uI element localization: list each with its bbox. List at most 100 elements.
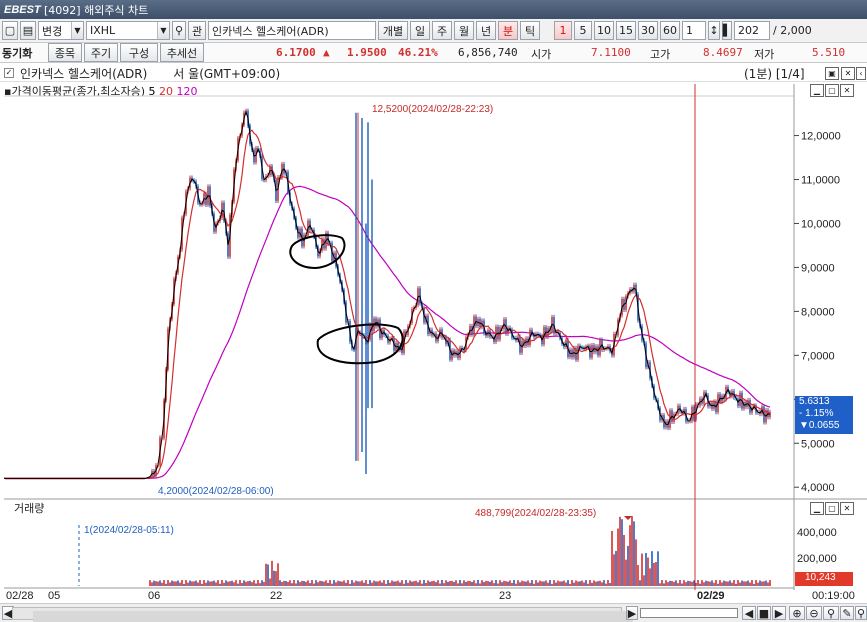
y-axis: 12,000011,000010,00009,00008,00007,00006… <box>794 131 841 494</box>
volume-bar <box>733 580 735 586</box>
volume-bar <box>569 583 571 586</box>
y-tick-label: 9,0000 <box>801 262 835 274</box>
volume-bar <box>649 568 651 586</box>
zoom-in-icon[interactable]: ⊕ <box>789 606 805 620</box>
volume-bar <box>699 583 701 586</box>
search-icon[interactable]: ⚲ <box>823 606 839 620</box>
volume-bar <box>201 583 203 586</box>
scroll-thumb[interactable] <box>33 611 633 622</box>
volume-bar <box>161 582 163 586</box>
volume-bar <box>557 580 559 586</box>
volume-bar <box>401 580 403 586</box>
volume-bar <box>251 582 253 586</box>
y-tick-label: 10,0000 <box>801 218 841 230</box>
volume-low-annotation: 1(2024/02/28-05:11) <box>84 525 174 536</box>
stop-icon[interactable]: ■ <box>757 606 771 620</box>
volume-bar <box>637 565 639 586</box>
volume-bar <box>589 580 591 586</box>
wrench-icon[interactable]: ✎ <box>840 606 854 620</box>
x-label-22: 22 <box>270 590 282 602</box>
x-label-time: 00:19:00 <box>812 590 855 602</box>
volume-bar <box>387 580 389 586</box>
volume-bar <box>257 580 259 586</box>
play-icon[interactable]: ▶ <box>772 606 786 620</box>
volume-bar <box>551 583 553 586</box>
current-price-tag: 5.6313 - 1.15% ▼0.0655 <box>795 396 853 434</box>
volume-bar <box>169 582 171 586</box>
volume-bar <box>367 583 369 586</box>
volume-bar <box>247 581 249 586</box>
zoom-slider[interactable] <box>640 608 738 618</box>
volume-bar <box>429 581 431 586</box>
volume-bar <box>611 530 613 586</box>
volume-bar <box>329 580 331 586</box>
volume-bar <box>389 582 391 586</box>
search-icon[interactable]: ⚲ <box>855 606 867 620</box>
volume-bar <box>617 528 619 586</box>
y-tick-label: 8,0000 <box>801 306 835 318</box>
volume-bar <box>237 583 239 586</box>
volume-high-annotation: 488,799(2024/02/28-23:35) <box>475 508 596 519</box>
volume-bar <box>351 580 353 586</box>
tag-price: 5.6313 <box>799 396 830 407</box>
volume-bar <box>487 581 489 586</box>
volume-bar <box>549 580 551 586</box>
volume-bar <box>535 580 537 586</box>
volume-bar <box>175 581 177 586</box>
volume-bar <box>579 581 581 586</box>
volume-bar <box>165 583 167 586</box>
volume-bar <box>421 583 423 586</box>
volume-bar <box>471 581 473 586</box>
volume-bar <box>513 580 515 586</box>
vol-tick-400k: 400,000 <box>797 527 837 539</box>
volume-bar <box>159 580 161 586</box>
volume-bar <box>711 580 713 586</box>
volume-bar <box>155 581 157 586</box>
volume-bar <box>621 519 623 586</box>
volume-bar <box>405 580 407 586</box>
volume-bar <box>757 582 759 586</box>
volume-bar <box>377 581 379 586</box>
volume-bars <box>149 516 771 586</box>
volume-bar <box>323 581 325 586</box>
volume-bar <box>691 581 693 586</box>
volume-bar <box>625 559 627 586</box>
volume-bar <box>687 580 689 586</box>
zoom-out-icon[interactable]: ⊖ <box>806 606 822 620</box>
volume-bar <box>273 570 275 586</box>
volume-bar <box>269 578 271 586</box>
volume-bar <box>669 580 671 586</box>
volume-bar <box>245 581 247 586</box>
volume-bar <box>451 580 453 586</box>
volume-bar <box>729 580 731 586</box>
volume-bar <box>605 583 607 586</box>
volume-bar <box>539 580 541 586</box>
price-chart[interactable]: 12,000011,000010,00009,00008,00007,00006… <box>0 0 867 622</box>
volume-bar <box>705 580 707 586</box>
volume-bar <box>431 581 433 586</box>
volume-bar <box>193 581 195 586</box>
volume-bar <box>275 571 277 586</box>
volume-bar <box>561 581 563 586</box>
volume-bar <box>577 581 579 586</box>
volume-bar <box>761 581 763 586</box>
scroll-right-icon[interactable]: ▶ <box>626 606 638 620</box>
volume-bar <box>743 581 745 586</box>
volume-bar <box>721 582 723 586</box>
volume-bar <box>173 581 175 586</box>
volume-bar <box>463 580 465 586</box>
volume-bar <box>503 580 505 586</box>
play-back-icon[interactable]: ◀ <box>742 606 756 620</box>
volume-bar <box>383 580 385 586</box>
volume-bar <box>685 582 687 586</box>
volume-bar <box>493 583 495 586</box>
volume-bar <box>619 516 621 586</box>
volume-bar <box>187 582 189 586</box>
scroll-track[interactable] <box>12 607 633 622</box>
volume-bar <box>749 582 751 586</box>
ma5-line <box>4 109 771 479</box>
volume-bar <box>339 581 341 586</box>
volume-bar <box>229 581 231 586</box>
volume-bar <box>603 580 605 586</box>
volume-bar <box>337 580 339 586</box>
